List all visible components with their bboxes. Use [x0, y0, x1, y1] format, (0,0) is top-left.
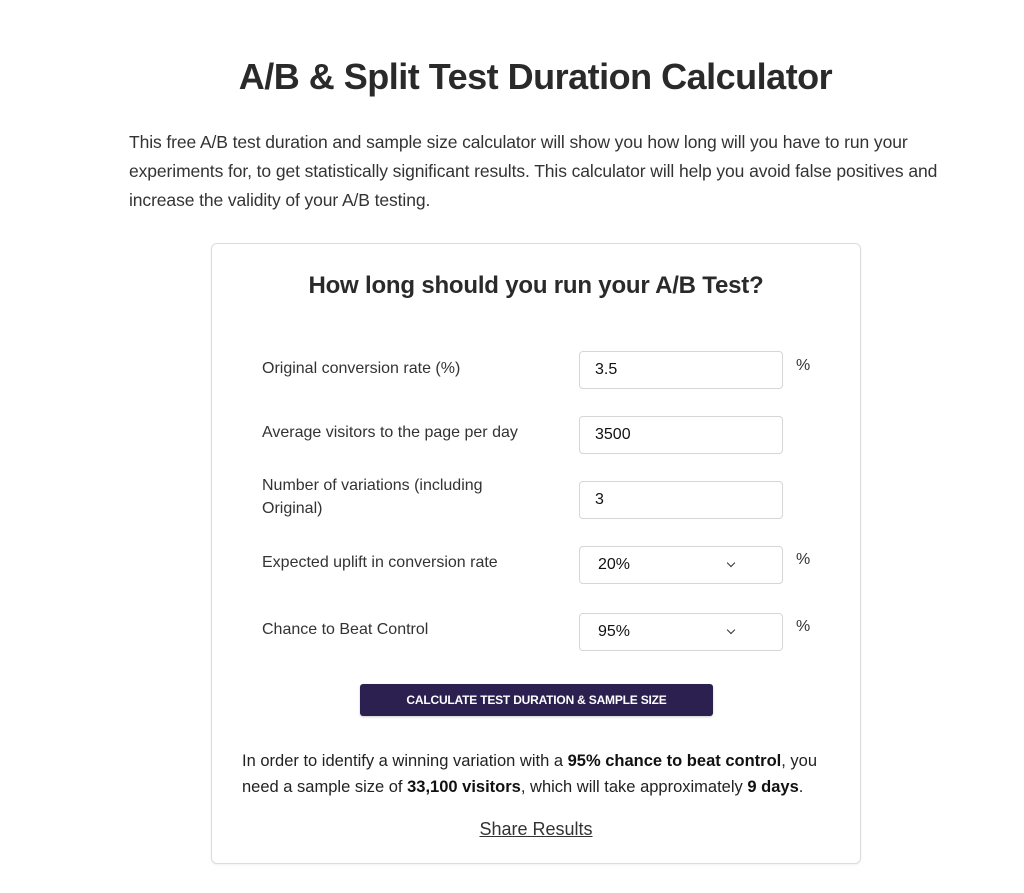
visitors-label: Average visitors to the page per day: [262, 424, 518, 441]
chance-label: Chance to Beat Control: [262, 621, 429, 638]
chevron-down-icon: [726, 558, 736, 568]
intro-paragraph: This free A/B test duration and sample s…: [129, 132, 938, 210]
page-title: A/B & Split Test Duration Calculator: [238, 56, 833, 97]
uplift-label: Expected uplift in conversion rate: [262, 554, 498, 571]
calculator-card: How long should you run your A/B Test? O…: [211, 243, 861, 864]
conversion-rate-label: Original conversion rate (%): [262, 360, 461, 377]
conversion-rate-input[interactable]: [579, 351, 783, 389]
uplift-unit: %: [796, 551, 811, 568]
chance-unit: %: [796, 618, 811, 635]
chevron-down-icon: [726, 625, 736, 635]
result-chance: 95% chance to beat control: [567, 752, 782, 770]
result-duration: 9 days: [747, 778, 799, 796]
chance-select-value: 95%: [598, 623, 631, 640]
calculator-title: How long should you run your A/B Test?: [308, 272, 764, 299]
variations-label: Number of variations (including Original…: [262, 477, 483, 517]
result-part1: In order to identify a winning variation…: [242, 752, 568, 770]
uplift-select-value: 20%: [598, 556, 631, 573]
result-part4: .: [798, 778, 804, 796]
uplift-select[interactable]: 20%: [579, 546, 783, 584]
chance-select[interactable]: 95%: [579, 613, 783, 651]
share-results-container: Share Results: [212, 819, 860, 840]
visitors-input[interactable]: [579, 416, 783, 454]
variations-input[interactable]: [579, 481, 783, 519]
result-part3: , which will take approximately: [520, 778, 748, 796]
share-results-link[interactable]: Share Results: [479, 819, 592, 839]
conversion-rate-unit: %: [796, 357, 811, 374]
result-sample-size: 33,100 visitors: [407, 778, 521, 796]
calculate-button[interactable]: CALCULATE TEST DURATION & SAMPLE SIZE: [360, 684, 713, 716]
result-text: In order to identify a winning variation…: [242, 748, 842, 800]
